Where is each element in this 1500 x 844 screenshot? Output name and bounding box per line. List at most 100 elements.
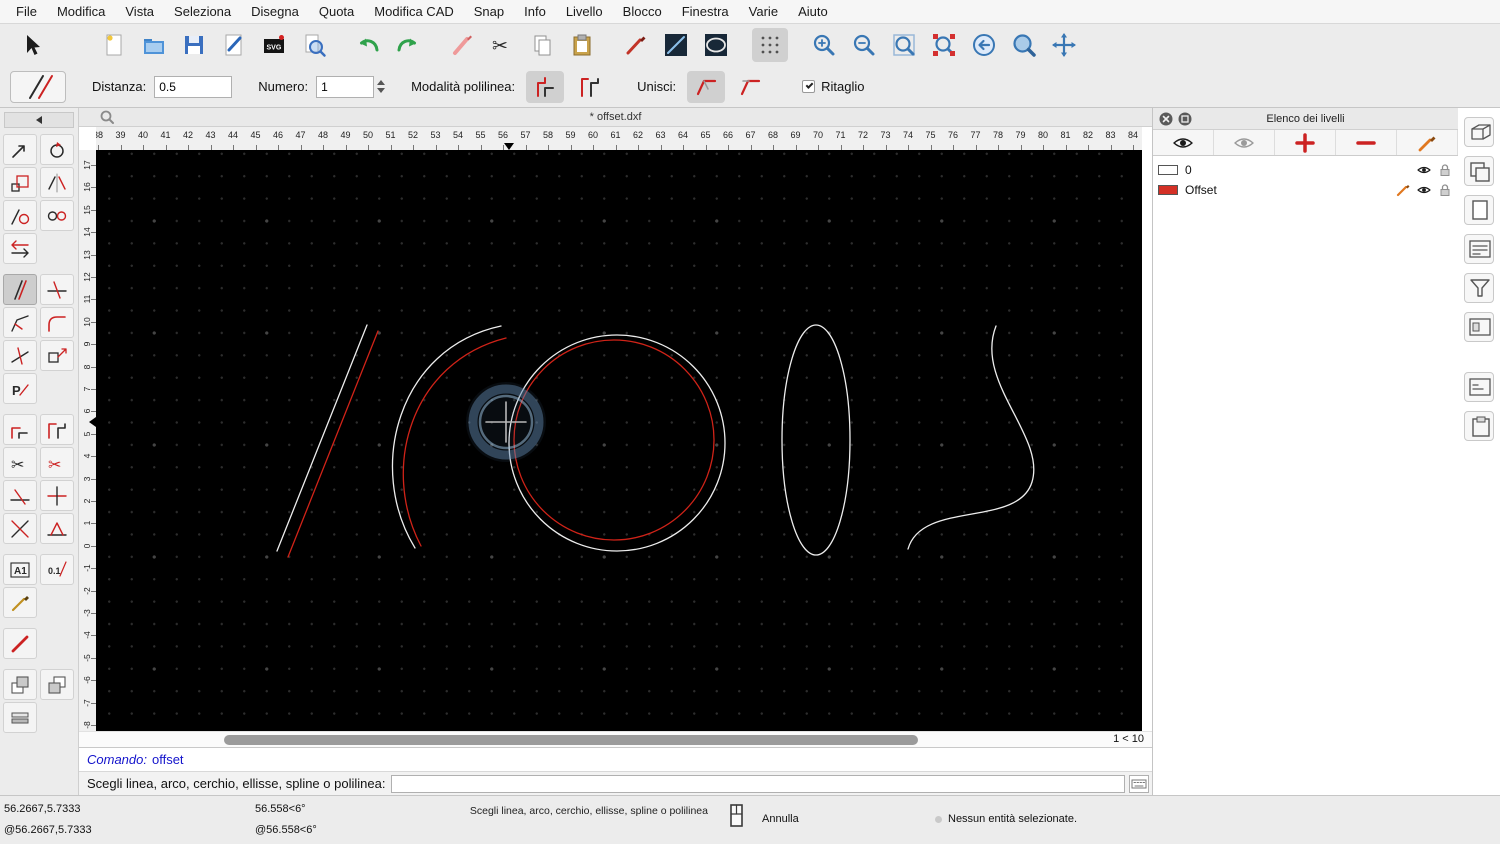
menu-item-info[interactable]: Info [514,0,556,23]
paste-button[interactable] [564,28,600,62]
draw-line-button[interactable] [658,28,694,62]
menu-item-vista[interactable]: Vista [115,0,164,23]
join-mode-2-button[interactable] [731,71,769,103]
ritaglio-checkbox[interactable]: Ritaglio [802,79,865,94]
menu-item-livello[interactable]: Livello [556,0,613,23]
library-browser-button[interactable] [1464,156,1494,186]
polyline-trim-tool[interactable] [3,414,37,445]
menu-item-varie[interactable]: Varie [739,0,788,23]
active-tool-offset-button[interactable] [10,70,66,103]
revert-direction-tool[interactable] [3,233,37,264]
edit-text-tool[interactable]: A1 [3,554,37,585]
offset-tool[interactable] [3,274,37,305]
fillet-tool[interactable] [40,307,74,338]
menu-item-finestra[interactable]: Finestra [672,0,739,23]
properties-tool[interactable]: P [3,373,37,404]
bevel-tool[interactable] [3,307,37,338]
edit-document-button[interactable] [216,28,252,62]
property-editor-button[interactable] [1464,234,1494,264]
lengthen-tool[interactable] [3,480,37,511]
distanza-input[interactable] [154,75,233,98]
panel-close-button[interactable] [1158,111,1174,127]
explode-tool[interactable] [3,513,37,544]
layer-lock-icon[interactable] [1437,162,1453,178]
entity-circle-red-offset[interactable] [513,339,715,541]
explode-text-tool[interactable]: 0.1 [40,554,74,585]
print-preview-button[interactable] [296,28,332,62]
menu-item-disegna[interactable]: Disegna [241,0,309,23]
panel-float-button[interactable] [1177,111,1193,127]
zoom-in-button[interactable] [806,28,842,62]
show-all-layers-button[interactable] [1153,130,1214,155]
blank-page-button[interactable] [1464,195,1494,225]
edit-pencil-tool[interactable] [3,587,37,618]
join-mode-1-button[interactable] [687,70,726,103]
menu-item-aiuto[interactable]: Aiuto [788,0,838,23]
zoom-auto-button[interactable] [886,28,922,62]
menu-item-modifica[interactable]: Modifica [47,0,115,23]
trim-tool[interactable]: ✂ [3,447,37,478]
view-previous-button[interactable] [966,28,1002,62]
order-tool[interactable] [3,702,37,733]
rotate-tool[interactable] [40,134,74,165]
menu-item-snap[interactable]: Snap [464,0,514,23]
entity-line-white[interactable] [276,324,368,552]
copy-button[interactable] [524,28,560,62]
entity-circle-white[interactable] [508,334,726,552]
polyline-mode-2-button[interactable] [570,71,608,103]
canvas-scrollbar[interactable] [79,731,1153,747]
open-document-button[interactable] [136,28,172,62]
entity-ellipse-white[interactable] [781,324,851,556]
zoom-selected-button[interactable] [926,28,962,62]
menu-item-seleziona[interactable]: Seleziona [164,0,241,23]
menu-item-modifica-cad[interactable]: Modifica CAD [364,0,463,23]
entity-line-red-offset[interactable] [287,330,379,558]
select-cursor-button[interactable] [14,28,50,62]
modify-layer-button[interactable] [1397,130,1458,155]
show-active-layer-button[interactable] [1214,130,1275,155]
command-widget-button[interactable] [1464,372,1494,402]
export-svg-button[interactable]: SVG [256,28,292,62]
draw-pen-button[interactable] [618,28,654,62]
selection-filter-button[interactable] [1464,273,1494,303]
delete-entity-tool[interactable] [3,628,37,659]
scrollbar-thumb[interactable] [224,735,918,745]
keyboard-button[interactable] [1129,774,1149,793]
layer-lock-icon[interactable] [1437,182,1453,198]
layer-visibility-icon[interactable] [1416,162,1432,178]
menu-item-file[interactable]: File [6,0,47,23]
zoom-out-button[interactable] [846,28,882,62]
polyline-mode-1-button[interactable] [526,70,565,103]
layer-visibility-icon[interactable] [1416,182,1432,198]
save-document-button[interactable] [176,28,212,62]
cut-button[interactable]: ✂ [484,28,520,62]
block-visibility-button[interactable] [1464,117,1494,147]
add-layer-button[interactable] [1275,130,1336,155]
undo-button[interactable] [350,28,386,62]
polyline-append-tool[interactable] [40,414,74,445]
numero-spin-up[interactable] [377,80,386,85]
trim-two-tool[interactable]: ✂ [40,447,74,478]
pan-button[interactable] [1046,28,1082,62]
mirror-tool[interactable] [40,167,74,198]
stretch-two-tool[interactable] [40,513,74,544]
command-input[interactable] [391,774,1125,793]
cut-entity-tool[interactable] [40,480,74,511]
clipboard-panel-button[interactable] [1464,411,1494,441]
trim-excess-tool[interactable] [40,274,74,305]
order-top-tool[interactable] [3,669,37,700]
rotate-two-tool[interactable] [40,200,74,231]
drawing-canvas[interactable] [96,150,1142,731]
menu-item-blocco[interactable]: Blocco [613,0,672,23]
divide-tool[interactable] [3,340,37,371]
move-tool[interactable] [3,134,37,165]
numero-input[interactable] [316,75,375,98]
stretch-tool[interactable] [40,340,74,371]
layer-edit-pen-icon[interactable] [1395,182,1411,198]
zoom-window-button[interactable] [1006,28,1042,62]
menu-item-quota[interactable]: Quota [309,0,364,23]
layer-row-0[interactable]: 0 [1153,160,1458,180]
delete-selected-button[interactable] [444,28,480,62]
block-list-button[interactable] [1464,312,1494,342]
palette-collapse-button[interactable] [4,112,74,128]
